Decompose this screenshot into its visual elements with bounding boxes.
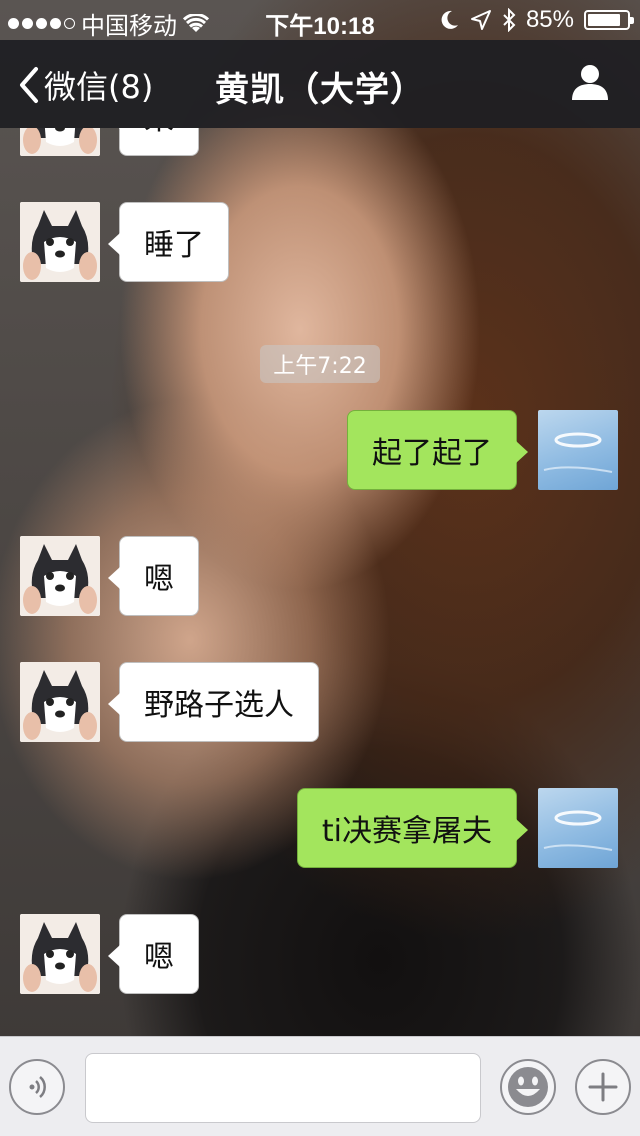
contact-avatar[interactable] bbox=[20, 536, 100, 616]
status-bar: 中国移动 下午10:18 85% bbox=[0, 0, 640, 40]
message-incoming: 嗯 bbox=[0, 914, 640, 994]
message-outgoing: 起了起了 bbox=[0, 410, 640, 490]
message-bubble[interactable]: 嗯 bbox=[108, 914, 199, 994]
message-outgoing: ti决赛拿屠夫 bbox=[0, 788, 640, 868]
message-incoming: 来 bbox=[0, 128, 640, 156]
cloud-sky-avatar-icon bbox=[543, 810, 613, 851]
battery-fill bbox=[588, 14, 621, 26]
my-avatar[interactable] bbox=[538, 410, 618, 490]
location-arrow-icon bbox=[470, 10, 491, 30]
navigation-bar: 微信(8) 黄凯（大学） bbox=[0, 40, 640, 128]
bluetooth-icon bbox=[503, 8, 516, 32]
plus-icon bbox=[588, 1072, 618, 1102]
message-timestamp: 上午7:22 bbox=[260, 345, 380, 383]
input-toolbar bbox=[0, 1036, 640, 1136]
contact-avatar[interactable] bbox=[20, 662, 100, 742]
message-bubble[interactable]: 来 bbox=[108, 128, 199, 156]
back-button[interactable]: 微信(8) bbox=[18, 62, 153, 108]
husky-avatar-icon bbox=[20, 202, 100, 282]
my-avatar[interactable] bbox=[538, 788, 618, 868]
contact-avatar[interactable] bbox=[20, 128, 100, 156]
husky-avatar-icon bbox=[20, 914, 100, 994]
emoji-button[interactable] bbox=[500, 1059, 556, 1115]
battery-icon bbox=[584, 10, 634, 30]
smiley-icon bbox=[508, 1067, 548, 1107]
voice-input-button[interactable] bbox=[9, 1059, 65, 1115]
message-list[interactable]: 来 睡了 上午7:22 起了起了 bbox=[0, 128, 640, 1036]
contact-avatar[interactable] bbox=[20, 202, 100, 282]
message-bubble[interactable]: 睡了 bbox=[108, 202, 229, 282]
moon-icon bbox=[441, 10, 458, 29]
message-bubble[interactable]: 野路子选人 bbox=[108, 662, 319, 742]
message-incoming: 睡了 bbox=[0, 202, 640, 282]
message-incoming: 嗯 bbox=[0, 536, 640, 616]
message-bubble[interactable]: ti决赛拿屠夫 bbox=[296, 788, 529, 868]
message-bubble[interactable]: 嗯 bbox=[108, 536, 199, 616]
cloud-sky-avatar-icon bbox=[543, 432, 613, 473]
contact-avatar[interactable] bbox=[20, 914, 100, 994]
more-options-button[interactable] bbox=[575, 1059, 631, 1115]
message-bubble[interactable]: 起了起了 bbox=[347, 410, 528, 490]
message-incoming: 野路子选人 bbox=[0, 662, 640, 742]
chevron-left-icon bbox=[20, 67, 38, 103]
husky-avatar-icon bbox=[20, 536, 100, 616]
voice-wave-icon bbox=[29, 1076, 46, 1098]
battery-percent: 85% bbox=[525, 6, 574, 33]
back-label: 微信(8) bbox=[44, 68, 154, 106]
husky-avatar-icon bbox=[20, 662, 100, 742]
chat-title: 黄凯（大学） bbox=[215, 70, 425, 110]
message-input[interactable] bbox=[85, 1053, 481, 1123]
contact-profile-icon[interactable] bbox=[570, 62, 610, 102]
husky-avatar-icon bbox=[20, 128, 100, 156]
